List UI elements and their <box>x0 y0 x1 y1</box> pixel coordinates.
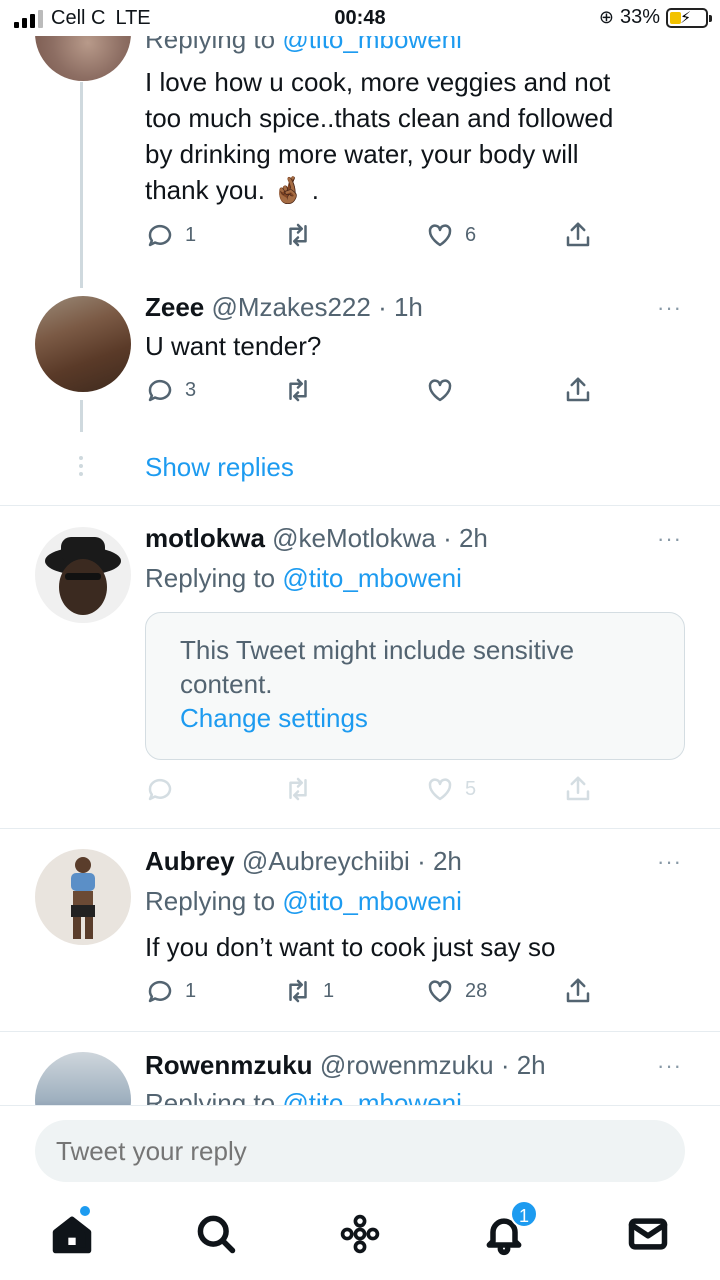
author-name[interactable]: motlokwa <box>145 523 265 553</box>
like-button[interactable]: 6 <box>425 220 476 250</box>
tweet-header: motlokwa @keMotlokwa · 2h <box>145 523 488 554</box>
retweet-button[interactable] <box>283 375 323 405</box>
share-button[interactable] <box>563 774 593 804</box>
change-settings-link[interactable]: Change settings <box>180 701 650 735</box>
replying-handle-link[interactable]: @tito_mboweni <box>282 1088 462 1105</box>
retweet-icon <box>289 378 307 402</box>
avatar[interactable] <box>35 1052 131 1105</box>
home-new-dot <box>80 1206 90 1216</box>
replying-to: Replying to @tito_mboweni <box>145 1088 462 1105</box>
more-options-icon[interactable]: ··· <box>657 526 682 552</box>
like-button[interactable] <box>425 375 465 405</box>
tweet-text: I love how u cook, more veggies and not … <box>145 67 614 205</box>
author-name[interactable]: Rowenmzuku <box>145 1050 313 1080</box>
tweet-actions: 1 6 <box>145 220 605 254</box>
orientation-lock-icon: ⊕ <box>598 7 614 27</box>
thread-line <box>80 400 83 432</box>
author-handle[interactable]: @rowenmzuku <box>320 1050 494 1080</box>
more-options-icon[interactable]: ··· <box>657 295 682 321</box>
tweet-time: · 2h <box>417 846 462 876</box>
tab-bar: 1 <box>0 1200 720 1276</box>
reply-icon <box>148 224 172 247</box>
reply-button[interactable]: 1 <box>145 220 196 250</box>
tweet-header: Aubrey @Aubreychiibi · 2h <box>145 846 462 877</box>
share-button[interactable] <box>563 220 593 250</box>
avatar-image <box>45 537 121 615</box>
retweet-button[interactable] <box>283 220 323 250</box>
sensitive-content-notice: This Tweet might include sensitive conte… <box>145 612 685 760</box>
reply-button[interactable]: 3 <box>145 375 196 405</box>
tab-messages[interactable] <box>626 1212 670 1256</box>
avatar-image <box>71 857 95 939</box>
tab-notifications[interactable]: 1 <box>482 1200 538 1256</box>
retweet-icon <box>289 979 307 1003</box>
bottom-bar: 1 <box>0 1105 720 1280</box>
tweet-text: If you don’t want to cook just say so <box>145 932 556 962</box>
tweet-header: Rowenmzuku @rowenmzuku · 2h <box>145 1050 546 1081</box>
divider <box>0 505 720 506</box>
reply-icon <box>148 980 172 1003</box>
heart-icon <box>428 379 452 402</box>
tweet-time: · 2h <box>500 1050 546 1080</box>
tab-spaces[interactable] <box>338 1212 382 1256</box>
tab-search[interactable] <box>194 1212 238 1256</box>
author-handle[interactable]: @Aubreychiibi <box>242 846 410 876</box>
replying-handle-link[interactable]: @tito_mboweni <box>282 563 462 593</box>
thread-dots <box>79 456 84 480</box>
author-handle[interactable]: @Mzakes222 <box>212 292 371 322</box>
thread-line <box>80 82 83 288</box>
retweet-icon <box>289 777 307 801</box>
avatar[interactable] <box>35 296 131 392</box>
tweet-actions: 5 <box>145 774 605 808</box>
author-name[interactable]: Zeee <box>145 292 204 322</box>
replying-handle-link[interactable]: @tito_mboweni <box>282 886 462 916</box>
reply-icon <box>148 778 172 801</box>
retweet-button[interactable]: 1 <box>283 976 334 1006</box>
avatar[interactable] <box>35 849 131 945</box>
like-button[interactable]: 5 <box>425 774 476 804</box>
reply-button[interactable]: 1 <box>145 976 196 1006</box>
tweet-time: · 2h <box>443 523 488 553</box>
replying-to: Replying to @tito_mboweni <box>145 886 462 916</box>
share-button[interactable] <box>563 976 593 1006</box>
home-icon <box>52 1216 92 1254</box>
tab-home[interactable] <box>50 1206 94 1256</box>
tweet-actions: 3 <box>145 375 605 409</box>
reply-icon <box>148 379 172 402</box>
like-button[interactable]: 28 <box>425 976 487 1006</box>
retweet-button[interactable] <box>283 774 323 804</box>
more-options-icon[interactable]: ··· <box>657 849 682 875</box>
battery-icon: ⚡ <box>666 7 712 28</box>
share-icon <box>566 222 590 247</box>
search-icon <box>197 1215 236 1254</box>
author-handle[interactable]: @keMotlokwa <box>272 523 436 553</box>
tweet-reply-input[interactable] <box>35 1120 685 1182</box>
status-bar: Cell C LTE 00:48 ⊕ 33% ⚡ <box>0 0 720 36</box>
tweet-feed[interactable]: Replying to @tito_mboweni I love how u c… <box>0 0 720 1105</box>
tweet-time: · 1h <box>378 292 423 322</box>
notifications-badge: 1 <box>510 1200 538 1228</box>
heart-icon <box>428 980 452 1003</box>
divider <box>0 1031 720 1032</box>
tweet-actions: 1 1 28 <box>145 976 605 1010</box>
messages-icon <box>628 1218 668 1250</box>
tweet-text: U want tender? <box>145 331 322 361</box>
tweet-header: Zeee @Mzakes222 · 1h <box>145 292 423 323</box>
battery-percent: 33% <box>619 6 660 28</box>
retweet-icon <box>289 223 307 247</box>
author-name[interactable]: Aubrey <box>145 846 235 876</box>
spaces-icon <box>340 1214 380 1254</box>
heart-icon <box>428 224 452 247</box>
divider <box>0 828 720 829</box>
replying-to: Replying to @tito_mboweni <box>145 563 462 593</box>
heart-icon <box>428 778 452 801</box>
reply-button[interactable] <box>145 774 185 804</box>
share-button[interactable] <box>563 375 593 405</box>
share-icon <box>566 978 590 1003</box>
share-icon <box>566 377 590 402</box>
avatar[interactable] <box>35 527 131 623</box>
show-replies-link[interactable]: Show replies <box>145 452 294 483</box>
share-icon <box>566 776 590 801</box>
more-options-icon[interactable]: ··· <box>657 1053 682 1079</box>
